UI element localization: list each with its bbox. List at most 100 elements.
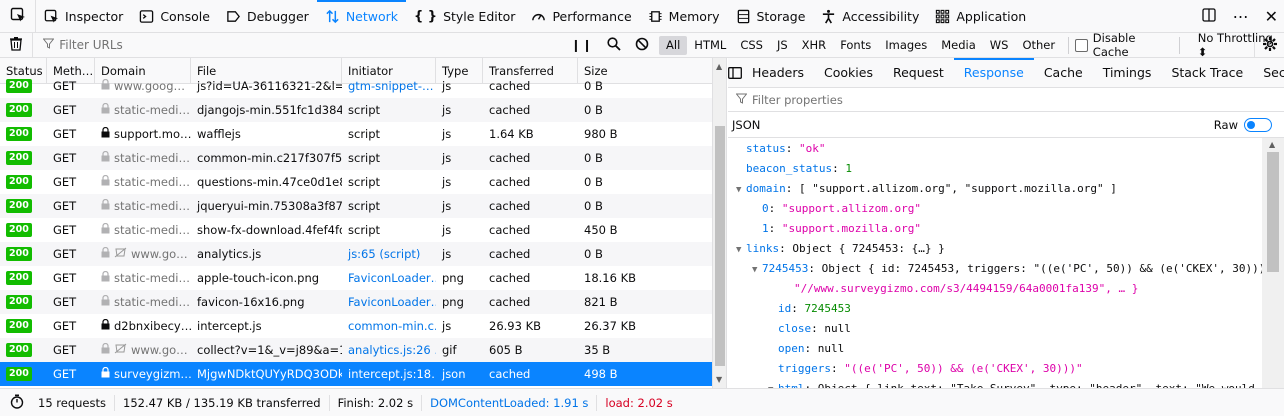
tab-inspector[interactable]: Inspector: [36, 0, 131, 33]
json-key: beacon_status: [746, 162, 833, 175]
expand-arrow-icon[interactable]: ▼: [736, 185, 746, 195]
method-cell: GET: [47, 146, 95, 170]
search-icon[interactable]: [607, 36, 621, 54]
type-filter-html[interactable]: HTML: [687, 36, 733, 55]
details-tab-cache[interactable]: Cache: [1034, 58, 1093, 88]
method-cell-text: GET: [53, 271, 77, 285]
initiator-cell: FaviconLoader…: [342, 266, 436, 290]
type-filter-css[interactable]: CSS: [733, 36, 770, 55]
pause-icon[interactable]: ❙❙: [571, 38, 593, 52]
tab-memory[interactable]: Memory: [640, 0, 728, 33]
block-icon[interactable]: [635, 37, 649, 54]
json-line[interactable]: ▼ 7245453: Object { id: 7245453, triggers…: [752, 262, 1262, 275]
json-line[interactable]: triggers: "((e('PC', 50)) && (e('CKEX', …: [768, 362, 1083, 375]
type-filter-media[interactable]: Media: [934, 36, 983, 55]
table-row[interactable]: 200 GET static-medi… favicon-16x16.png Favic…: [0, 290, 713, 314]
tab-network[interactable]: Network: [316, 0, 407, 33]
filter-properties-input[interactable]: Filter properties: [728, 88, 1284, 112]
table-row[interactable]: 200 GET surveygizm… MjgwNDktQUYyRDQ3ODk0NDN…: [0, 362, 713, 386]
close-icon[interactable]: ✕: [1265, 8, 1278, 25]
transferred-cell-text: cached: [489, 103, 531, 117]
table-row[interactable]: 200 GET www.goog… js?id=UA-36116321-2&l=dat…: [0, 74, 713, 98]
scrollbar-thumb[interactable]: [1267, 152, 1279, 272]
initiator-cell-text: js:65 (script): [348, 247, 421, 261]
tab-accessibility[interactable]: Accessibility: [813, 0, 927, 33]
details-tab-stack-trace[interactable]: Stack Trace: [1161, 58, 1253, 88]
request-list-scrollbar[interactable]: ▲ ▼: [712, 58, 726, 388]
clear-button[interactable]: [0, 32, 34, 58]
table-row[interactable]: 200 GET static-medi… questions-min.47ce0d1e…: [0, 170, 713, 194]
tab-storage[interactable]: Storage: [728, 0, 814, 33]
type-filter-xhr[interactable]: XHR: [795, 36, 834, 55]
type-filter-other[interactable]: Other: [1015, 36, 1062, 55]
json-line[interactable]: id: 7245453: [768, 302, 851, 315]
disable-cache-checkbox[interactable]: Disable Cache: [1075, 31, 1173, 59]
json-scrollbar[interactable]: ▲: [1262, 138, 1284, 388]
type-filter-fonts[interactable]: Fonts: [833, 36, 878, 55]
table-row[interactable]: 200 GET static-medi… djangojs-min.551fc1d38…: [0, 98, 713, 122]
domain-cell-text: static-medi…: [114, 175, 190, 189]
type-cell-text: js: [442, 151, 452, 165]
stopwatch-icon[interactable]: [0, 394, 30, 412]
json-line[interactable]: status: "ok": [736, 142, 826, 155]
method-cell: GET: [47, 266, 95, 290]
tab-debugger[interactable]: Debugger: [218, 0, 317, 33]
table-row[interactable]: 200 GET support.mo… wafflejs script js 1.64 KB…: [0, 122, 713, 146]
checkbox-box[interactable]: [1075, 38, 1088, 52]
scrollbar-thumb[interactable]: [715, 126, 725, 366]
tab-performance[interactable]: Performance: [523, 0, 639, 33]
dock-icon[interactable]: [1201, 7, 1217, 26]
domain-cell: d2bnxibecy…: [95, 314, 191, 338]
json-line[interactable]: open: null: [768, 342, 844, 355]
element-picker-button[interactable]: [0, 0, 36, 33]
size-cell: 450 B: [578, 218, 713, 242]
details-tab-cookies[interactable]: Cookies: [814, 58, 883, 88]
tab-label: Storage: [756, 8, 806, 24]
table-row[interactable]: 200 GET d2bnxibecy… intercept.js common-min.…: [0, 314, 713, 338]
raw-toggle[interactable]: Raw: [1214, 117, 1272, 132]
size-cell-text: 0 B: [584, 175, 603, 189]
filter-urls-input[interactable]: Filter URLs: [33, 38, 541, 52]
table-row[interactable]: 200 GET static-medi… common-min.c217f307f53…: [0, 146, 713, 170]
raw-switch[interactable]: [1244, 117, 1272, 132]
tab-label: Application: [956, 8, 1027, 24]
details-tab-request[interactable]: Request: [883, 58, 954, 88]
scroll-down-icon[interactable]: ▼: [716, 375, 722, 384]
file-cell-text: intercept.js: [197, 319, 262, 333]
table-row[interactable]: 200 GET static-medi… jqueryui-min.75308a3f8…: [0, 194, 713, 218]
size-cell: 0 B: [578, 74, 713, 98]
details-tab-response[interactable]: Response: [953, 58, 1034, 88]
scroll-up-icon[interactable]: ▲: [716, 62, 722, 71]
json-key: status: [746, 142, 786, 155]
type-filter-all[interactable]: All: [659, 35, 688, 55]
json-line[interactable]: "//www.surveygizmo.com/s3/4494159/64a000…: [784, 282, 1138, 295]
details-tab-headers[interactable]: Headers: [742, 58, 814, 88]
table-row[interactable]: 200 GET www.go… analytics.js js:65 (script) j…: [0, 242, 713, 266]
more-options-icon[interactable]: ⋯: [1233, 8, 1249, 25]
table-row[interactable]: 200 GET static-medi… apple-touch-icon.png Fa…: [0, 266, 713, 290]
json-line[interactable]: close: null: [768, 322, 851, 335]
method-cell-text: GET: [53, 175, 77, 189]
expand-arrow-icon[interactable]: ▼: [752, 265, 762, 275]
type-filter-js[interactable]: JS: [770, 36, 795, 55]
table-row[interactable]: 200 GET www.go… collect?v=1&_v=j89&a=1422 an…: [0, 338, 713, 362]
type-filter-images[interactable]: Images: [878, 36, 934, 55]
details-tab-timings[interactable]: Timings: [1093, 58, 1162, 88]
tab-application[interactable]: Application: [927, 0, 1034, 33]
json-line[interactable]: beacon_status: 1: [736, 162, 852, 175]
json-line[interactable]: 0: "support.allizom.org": [752, 202, 921, 215]
method-cell-text: GET: [53, 103, 77, 117]
toggle-panel-icon[interactable]: [728, 66, 742, 79]
json-line[interactable]: ▼ links: Object { 7245453: {…} }: [736, 242, 945, 255]
type-filter-ws[interactable]: WS: [983, 36, 1016, 55]
tab-style-editor[interactable]: { } Style Editor: [406, 0, 523, 33]
details-tab-securi[interactable]: Securi: [1253, 58, 1284, 88]
tab-console[interactable]: Console: [131, 0, 218, 33]
json-line[interactable]: 1: "support.mozilla.org": [752, 222, 921, 235]
type-cell-text: js: [442, 223, 452, 237]
json-line[interactable]: ▼ domain: [ "support.allizom.org", "suppo…: [736, 182, 1117, 195]
table-row[interactable]: 200 GET static-medi… show-fx-download.4fef4…: [0, 218, 713, 242]
scroll-up-icon[interactable]: ▲: [1269, 140, 1275, 149]
network-settings-button[interactable]: [1254, 33, 1284, 58]
expand-arrow-icon[interactable]: ▼: [736, 245, 746, 255]
